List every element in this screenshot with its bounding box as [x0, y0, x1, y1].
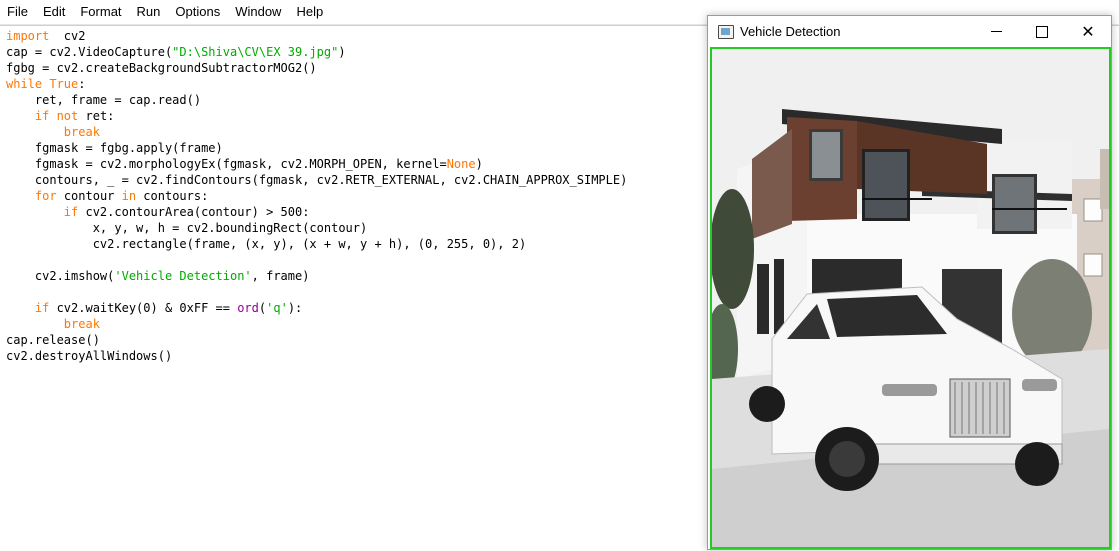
- code-token-kw: break: [63, 125, 100, 139]
- code-token-str: "D:\Shiva\CV\EX 39.jpg": [172, 45, 339, 59]
- code-token-str: 'Vehicle Detection': [114, 269, 252, 283]
- app-icon: [718, 24, 734, 39]
- code-line: cv2.destroyAllWindows(): [6, 348, 627, 364]
- code-token: cv2.waitKey(0) & 0xFF ==: [49, 301, 238, 315]
- menu-item-window[interactable]: Window: [228, 0, 289, 24]
- code-token: ret:: [78, 109, 115, 123]
- code-token-kw: in: [121, 189, 137, 203]
- code-token: cv2.rectangle(frame, (x, y), (x + w, y +…: [6, 237, 527, 251]
- code-line: contours, _ = cv2.findContours(fgmask, c…: [6, 172, 627, 188]
- vehicle-detection-window[interactable]: Vehicle Detection ✕: [707, 15, 1112, 550]
- code-line: import cv2: [6, 28, 627, 44]
- code-token: cv2.destroyAllWindows(): [6, 349, 173, 363]
- menu-item-help[interactable]: Help: [289, 0, 331, 24]
- code-token-kw: True: [42, 77, 79, 91]
- code-token: fgmask = cv2.morphologyEx(fgmask, cv2.MO…: [6, 157, 447, 171]
- code-token-kw: if: [63, 205, 79, 219]
- maximize-icon[interactable]: [1019, 16, 1065, 47]
- code-token-builtin: ord: [237, 301, 259, 315]
- code-line: ret, frame = cap.read(): [6, 92, 627, 108]
- code-token: fgbg = cv2.createBackgroundSubtractorMOG…: [6, 61, 317, 75]
- code-token-kw: break: [63, 317, 100, 331]
- code-line: if not ret:: [6, 108, 627, 124]
- code-token-str: 'q': [266, 301, 288, 315]
- code-token: contour: [56, 189, 122, 203]
- menu-item-edit[interactable]: Edit: [36, 0, 73, 24]
- code-token: , frame): [251, 269, 310, 283]
- minimize-icon[interactable]: [973, 16, 1019, 47]
- menu-item-run[interactable]: Run: [130, 0, 169, 24]
- house-car-photo: [712, 49, 1109, 547]
- code-token-kw: if not: [34, 109, 79, 123]
- close-icon[interactable]: ✕: [1065, 16, 1111, 47]
- code-token: fgmask = fgbg.apply(frame): [6, 141, 223, 155]
- code-token: cap.release(): [6, 333, 100, 347]
- code-token: ): [475, 157, 483, 171]
- code-line: break: [6, 316, 627, 332]
- code-line: cap = cv2.VideoCapture("D:\Shiva\CV\EX 3…: [6, 44, 627, 60]
- code-line: x, y, w, h = cv2.boundingRect(contour): [6, 220, 627, 236]
- menu-item-options[interactable]: Options: [168, 0, 228, 24]
- code-token-kw: import: [6, 29, 50, 43]
- code-line: if cv2.contourArea(contour) > 500:: [6, 204, 627, 220]
- code-token: contours:: [136, 189, 209, 203]
- code-line: fgbg = cv2.createBackgroundSubtractorMOG…: [6, 60, 627, 76]
- code-token: cv2.imshow(: [6, 269, 115, 283]
- code-token: :: [78, 77, 86, 91]
- code-text[interactable]: import cv2 cap = cv2.VideoCapture("D:\Shi…: [6, 28, 627, 364]
- code-token: cap = cv2.VideoCapture(: [6, 45, 173, 59]
- code-token: contours, _ = cv2.findContours(fgmask, c…: [6, 173, 628, 187]
- code-line: cap.release(): [6, 332, 627, 348]
- window-titlebar[interactable]: Vehicle Detection ✕: [708, 16, 1111, 47]
- code-token-kw: for: [34, 189, 57, 203]
- menu-item-format[interactable]: Format: [73, 0, 129, 24]
- code-line: for contour in contours:: [6, 188, 627, 204]
- code-line: cv2.rectangle(frame, (x, y), (x + w, y +…: [6, 236, 627, 252]
- detection-image: [710, 47, 1111, 549]
- code-token-kw: if: [34, 301, 50, 315]
- code-line: fgmask = cv2.morphologyEx(fgmask, cv2.MO…: [6, 156, 627, 172]
- code-token: x, y, w, h = cv2.boundingRect(contour): [6, 221, 368, 235]
- code-token: ):: [287, 301, 303, 315]
- code-token: cv2.contourArea(contour) > 500:: [78, 205, 310, 219]
- code-token-kw: while: [6, 77, 43, 91]
- menu-item-file[interactable]: File: [0, 0, 36, 24]
- code-line: while True:: [6, 76, 627, 92]
- code-token: cv2: [49, 29, 86, 43]
- window-title: Vehicle Detection: [740, 24, 841, 39]
- code-token-kw: None: [446, 157, 476, 171]
- code-line: break: [6, 124, 627, 140]
- code-token: ret, frame = cap.read(): [6, 93, 202, 107]
- code-token: ): [338, 45, 346, 59]
- code-line: if cv2.waitKey(0) & 0xFF == ord('q'):: [6, 300, 627, 316]
- code-line: cv2.imshow('Vehicle Detection', frame): [6, 268, 627, 284]
- code-line: fgmask = fgbg.apply(frame): [6, 140, 627, 156]
